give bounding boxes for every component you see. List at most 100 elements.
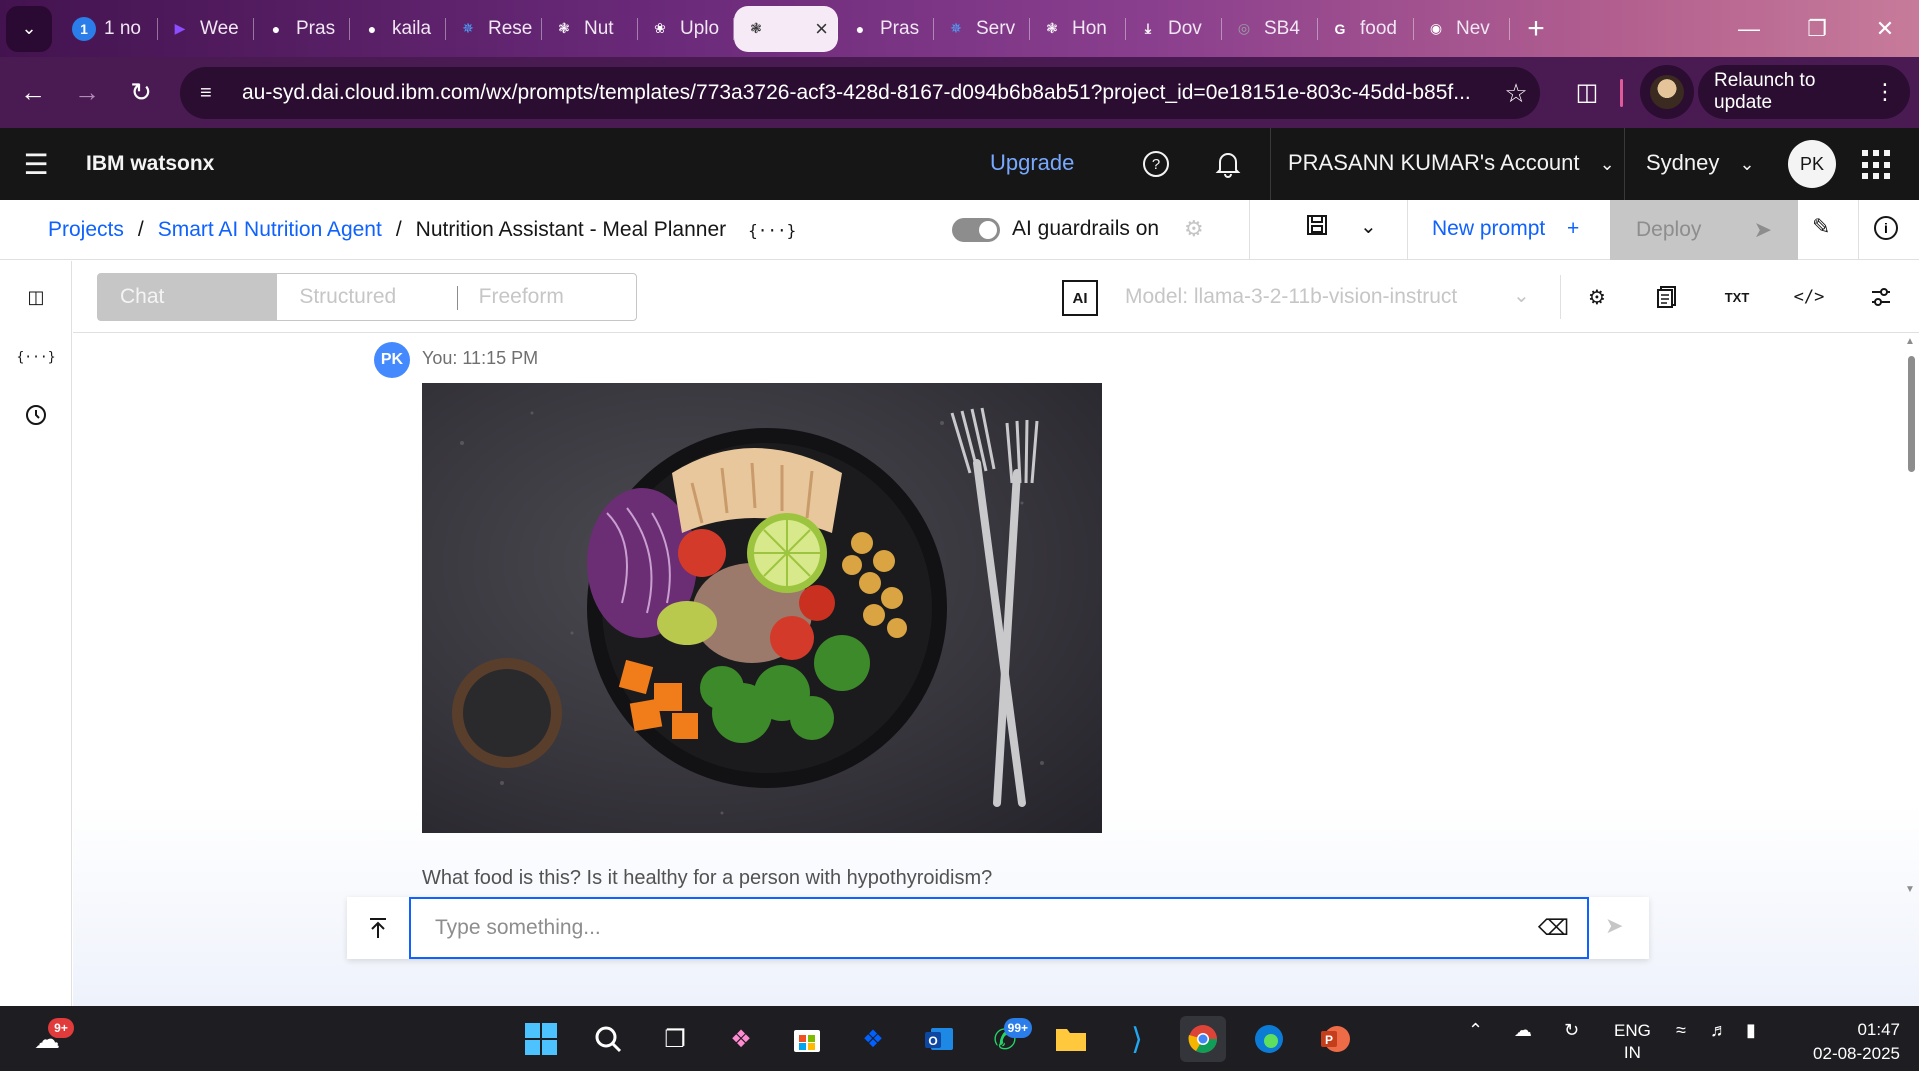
browser-tab[interactable]: ▶ Wee xyxy=(158,6,254,52)
tab-chat[interactable]: Chat xyxy=(98,274,278,320)
breadcrumb-projects[interactable]: Projects xyxy=(48,218,124,242)
scroll-down-icon[interactable]: ▼ xyxy=(1905,884,1915,895)
notification-bell-icon[interactable] xyxy=(1206,142,1250,186)
tab-structured[interactable]: Structured xyxy=(277,274,456,320)
site-settings-icon[interactable]: ≡ xyxy=(200,82,228,105)
prompt-variables-icon[interactable]: {···} xyxy=(748,221,796,240)
powerpoint-icon[interactable]: P xyxy=(1312,1016,1358,1062)
tab-search-chevron-icon[interactable]: ⌄ xyxy=(6,5,52,52)
breadcrumb-project[interactable]: Smart AI Nutrition Agent xyxy=(158,218,382,242)
extensions-icon[interactable]: ◫ xyxy=(1564,69,1610,115)
file-explorer-icon[interactable] xyxy=(1048,1016,1094,1062)
info-icon[interactable]: i xyxy=(1874,216,1898,240)
message-input[interactable] xyxy=(411,899,1511,957)
txt-format-icon[interactable]: TXT xyxy=(1721,281,1753,313)
brand-name[interactable]: IBM watsonx xyxy=(86,152,214,176)
copilot-icon[interactable]: ❖ xyxy=(718,1016,764,1062)
windows-start-icon[interactable] xyxy=(518,1016,564,1062)
browser-tab[interactable]: ◎ SB4 xyxy=(1222,6,1318,52)
hamburger-menu-icon[interactable]: ☰ xyxy=(0,128,72,200)
relaunch-button[interactable]: Relaunch to update ⋮ xyxy=(1698,65,1910,119)
sliders-icon[interactable] xyxy=(1865,281,1897,313)
browser-tab[interactable]: 1 1 no xyxy=(62,6,158,52)
code-icon[interactable]: </> xyxy=(1793,281,1825,313)
reload-icon[interactable]: ↻ xyxy=(114,66,168,120)
profile-avatar[interactable] xyxy=(1640,65,1694,119)
browser-tab[interactable]: ● kaila xyxy=(350,6,446,52)
language-indicator[interactable]: ENG IN xyxy=(1614,1020,1651,1064)
upload-icon[interactable] xyxy=(347,897,409,959)
scrollbar-thumb[interactable] xyxy=(1908,356,1915,472)
microsoft-store-icon[interactable] xyxy=(784,1016,830,1062)
outlook-icon[interactable]: O xyxy=(916,1016,962,1062)
browser-tab[interactable]: ⤓ Dov xyxy=(1126,6,1222,52)
browser-tab[interactable]: ❃ × xyxy=(734,5,838,52)
battery-icon[interactable]: ▮ xyxy=(1746,1020,1756,1041)
close-window-icon[interactable]: ✕ xyxy=(1851,0,1919,57)
browser-tab[interactable]: Gfood xyxy=(1318,6,1414,52)
back-icon[interactable]: ← xyxy=(6,66,60,120)
dropbox-icon[interactable]: ❖ xyxy=(850,1016,896,1062)
url-text[interactable]: au-syd.dai.cloud.ibm.com/wx/prompts/temp… xyxy=(242,81,1492,105)
browser-tab[interactable]: ● Pras xyxy=(254,6,350,52)
browser-tab[interactable]: ❃ Nut xyxy=(542,6,638,52)
model-selector[interactable]: Model: llama-3-2-11b-vision-instruct xyxy=(1125,285,1457,309)
plus-icon: + xyxy=(1567,217,1580,240)
vscode-icon[interactable]: ⟩ xyxy=(1114,1016,1160,1062)
wifi-icon[interactable]: ≈ xyxy=(1676,1020,1686,1041)
chevron-down-icon[interactable]: ⌄ xyxy=(1513,283,1530,308)
new-prompt-button[interactable]: New prompt + xyxy=(1432,217,1579,241)
user-avatar[interactable]: PK xyxy=(1788,140,1836,188)
badge-one-icon: 1 xyxy=(72,16,96,41)
bookmark-star-icon[interactable]: ☆ xyxy=(1492,78,1540,109)
tab-freeform[interactable]: Freeform xyxy=(456,274,636,320)
browser-tab[interactable]: ● Pras xyxy=(838,6,934,52)
guardrails-toggle[interactable] xyxy=(952,218,1000,242)
app-header: ☰ IBM watsonx Upgrade ? PRASANN KUMAR's … xyxy=(0,128,1919,200)
minimize-icon[interactable]: — xyxy=(1715,0,1783,57)
browser-tab[interactable]: ❃ Hon xyxy=(1030,6,1126,52)
task-view-icon[interactable]: ❐ xyxy=(652,1016,698,1062)
guardrails-settings-icon[interactable]: ⚙ xyxy=(1184,216,1204,242)
upgrade-link[interactable]: Upgrade xyxy=(990,150,1074,176)
expand-panel-icon[interactable]: ◫ xyxy=(22,283,50,311)
weather-widget-icon[interactable]: ☁ 9+ xyxy=(24,1016,74,1062)
browser-tab-label: Rese xyxy=(488,17,533,39)
restore-icon[interactable]: ❐ xyxy=(1783,0,1851,57)
browser-tab[interactable]: ✵ Rese xyxy=(446,6,542,52)
save-options-chevron-icon[interactable]: ⌄ xyxy=(1360,214,1377,239)
onedrive-icon[interactable]: ☁ xyxy=(1514,1020,1532,1041)
app-switcher-icon[interactable] xyxy=(1862,150,1892,180)
save-icon[interactable] xyxy=(1306,214,1328,242)
whatsapp-icon[interactable]: ✆ 99+ xyxy=(982,1016,1032,1062)
forward-icon[interactable]: → xyxy=(60,66,114,120)
account-switcher[interactable]: PRASANN KUMAR's Account ⌄ xyxy=(1288,150,1615,176)
history-clock-icon[interactable] xyxy=(22,401,50,429)
variables-icon[interactable]: {···} xyxy=(16,343,55,371)
eraser-icon[interactable]: ⌫ xyxy=(1538,915,1569,941)
help-icon[interactable]: ? xyxy=(1134,142,1178,186)
tray-overflow-chevron-icon[interactable]: ⌃ xyxy=(1468,1020,1483,1041)
send-icon[interactable]: ➤ xyxy=(1605,913,1623,939)
model-parameters-icon[interactable]: ⚙ xyxy=(1581,281,1613,313)
more-vert-icon[interactable]: ⋮ xyxy=(1874,79,1896,105)
close-tab-icon[interactable]: × xyxy=(815,16,828,42)
deploy-button[interactable]: Deploy ➤ xyxy=(1610,200,1798,260)
chrome-icon[interactable] xyxy=(1180,1016,1226,1062)
sync-icon[interactable]: ↻ xyxy=(1564,1020,1579,1041)
system-clock[interactable]: 01:47 02-08-2025 xyxy=(1790,1018,1900,1066)
edit-pencil-icon[interactable]: ✎ xyxy=(1812,214,1830,240)
edge-icon[interactable] xyxy=(1246,1016,1292,1062)
browser-tab[interactable]: ❀ Uplo xyxy=(638,6,734,52)
region-switcher[interactable]: Sydney ⌄ xyxy=(1646,150,1755,176)
scroll-up-icon[interactable]: ▲ xyxy=(1905,336,1915,347)
browser-tab[interactable]: ◉ Nev xyxy=(1414,6,1510,52)
omnibox[interactable]: ≡ au-syd.dai.cloud.ibm.com/wx/prompts/te… xyxy=(180,67,1540,119)
rocket-icon: ➤ xyxy=(1753,217,1772,242)
document-icon[interactable] xyxy=(1651,281,1683,313)
volume-icon[interactable]: ♬ xyxy=(1710,1020,1728,1041)
new-tab-button[interactable]: + xyxy=(1516,9,1556,49)
openai-icon: ❀ xyxy=(654,20,666,36)
search-icon[interactable] xyxy=(585,1016,631,1062)
browser-tab[interactable]: ✵ Serv xyxy=(934,6,1030,52)
